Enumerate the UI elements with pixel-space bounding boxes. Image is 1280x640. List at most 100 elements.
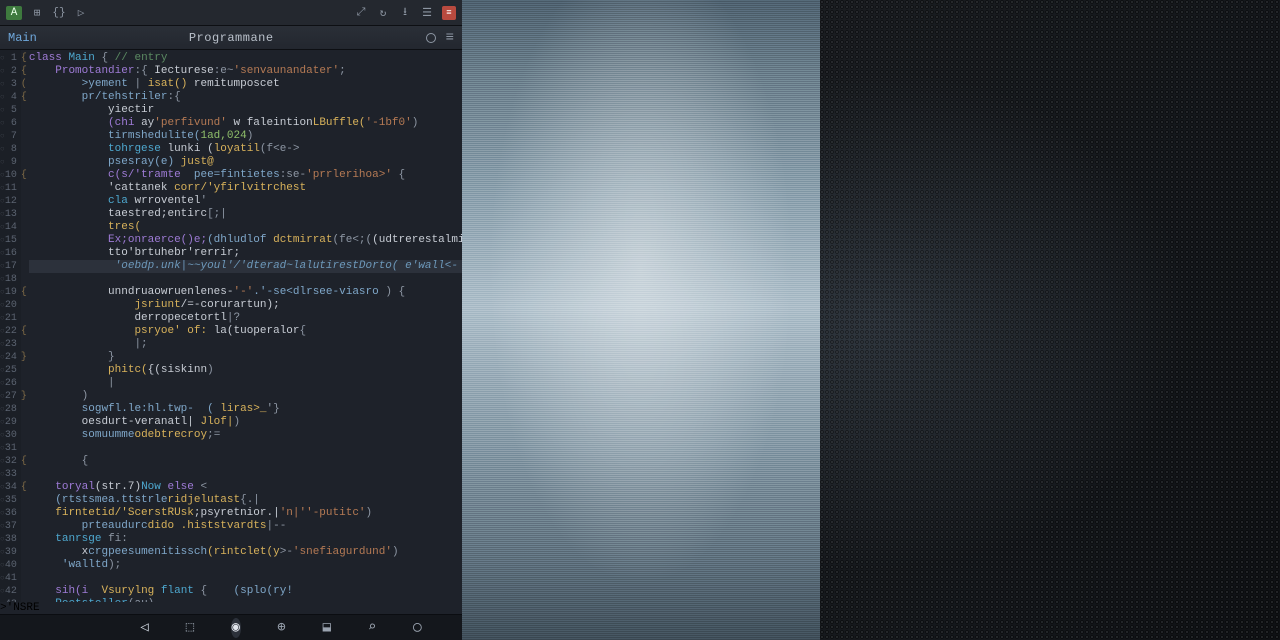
code-line[interactable]: { <box>29 455 462 468</box>
search-icon[interactable]: ⬚ <box>185 619 194 637</box>
code-line[interactable]: pr/tehstriler:{ <box>29 91 462 104</box>
code-line[interactable]: c(s/'tramte pee=fintietes:se-'prrlerihoa… <box>29 169 462 182</box>
circle-icon[interactable]: ◯ <box>413 619 422 637</box>
run-icon[interactable]: ▷ <box>74 6 88 20</box>
line-number: 10 <box>5 169 17 182</box>
record-toggle-icon[interactable] <box>426 33 436 43</box>
line-number: 1 <box>5 52 17 65</box>
code-line[interactable]: | <box>29 377 462 390</box>
code-line[interactable] <box>29 572 462 585</box>
code-line[interactable]: unndruaowruenlenes-'-'.'-se<dlrsee-viasr… <box>29 286 462 299</box>
braces-icon[interactable]: {} <box>52 6 66 20</box>
code-line[interactable]: ) <box>29 390 462 403</box>
code-line[interactable]: (rtstsmea.ttstrleridjelutast{.| <box>29 494 462 507</box>
code-line[interactable]: } <box>29 351 462 364</box>
code-line[interactable]: yiectir <box>29 104 462 117</box>
code-line[interactable]: |; <box>29 338 462 351</box>
hover-label: >'NSRE <box>0 602 462 614</box>
code-line[interactable]: jsriunt/=-corurartun); <box>29 299 462 312</box>
code-line[interactable]: (chi ay'perfivund' w faleintionLBuffle('… <box>29 117 462 130</box>
line-number: 7 <box>5 130 17 143</box>
line-number: 31 <box>5 442 17 455</box>
line-number: 8 <box>5 143 17 156</box>
code-line[interactable]: derropecetortl|? <box>29 312 462 325</box>
line-number: 40 <box>5 559 17 572</box>
code-line[interactable]: somuummeodebtrecroy;= <box>29 429 462 442</box>
download-icon[interactable]: ⭳ <box>398 6 412 20</box>
back-icon[interactable]: ◁ <box>140 619 149 637</box>
line-number: 11 <box>5 182 17 195</box>
line-number: 5 <box>5 104 17 117</box>
code-line[interactable]: prteaudurcdido .histstvardts|-- <box>29 520 462 533</box>
line-number: 38 <box>5 533 17 546</box>
code-line[interactable]: toryal(str.7)Now else < <box>29 481 462 494</box>
line-number: 16 <box>5 247 17 260</box>
line-number: 2 <box>5 65 17 78</box>
line-number: 36 <box>5 507 17 520</box>
line-number: 42 <box>5 585 17 598</box>
document-icon[interactable]: ≡ <box>442 6 456 20</box>
line-number: 12 <box>5 195 17 208</box>
code-line[interactable]: phitc({(siskinn) <box>29 364 462 377</box>
code-line[interactable]: 'cattanek corr/'yfirlvitrchest <box>29 182 462 195</box>
code-line[interactable]: firntetid/'ScerstRUsk;psyretnior.|'n|''-… <box>29 507 462 520</box>
code-line[interactable] <box>29 273 462 286</box>
code-line[interactable]: Pectstellor(au) <box>29 598 462 602</box>
line-number: 13 <box>5 208 17 221</box>
code-line[interactable]: taestred;entirc[;| <box>29 208 462 221</box>
code-line[interactable]: sih(i Vsurylng flant { (splo(ry! <box>29 585 462 598</box>
layout-icon[interactable]: ⊞ <box>30 6 44 20</box>
line-number: 30 <box>5 429 17 442</box>
line-number: 6 <box>5 117 17 130</box>
project-badge-icon[interactable]: A <box>6 6 22 20</box>
add-icon[interactable]: ⊕ <box>277 619 286 637</box>
code-text[interactable]: class Main { // entry Promotandier:{ Iec… <box>27 50 462 602</box>
save-icon[interactable]: ☰ <box>420 6 434 20</box>
code-line[interactable]: Promotandier:{ Iecturese:e~'senvaunandat… <box>29 65 462 78</box>
code-line[interactable]: 'walltd); <box>29 559 462 572</box>
code-line[interactable]: tres( <box>29 221 462 234</box>
code-line[interactable]: 'oebdp.unk|~~youl'/'dterad~lalutirestDor… <box>29 260 462 273</box>
line-number: 25 <box>5 364 17 377</box>
line-number: 19 <box>5 286 17 299</box>
code-line[interactable]: tirmshedulite(1ad,024) <box>29 130 462 143</box>
home-icon[interactable]: ◉ <box>231 618 241 638</box>
code-line[interactable]: xcrgpeesumenitissch(rintclet(y>-'snefiag… <box>29 546 462 559</box>
code-line[interactable]: Ex;onraerce()e;(dhludlof dctmirrat(fe<;(… <box>29 234 462 247</box>
code-line[interactable]: sogwfl.le:hl.twp- ( liras>_'} <box>29 403 462 416</box>
line-number: 34 <box>5 481 17 494</box>
code-area[interactable]: ○○○○○○○○○○○○○○○○○○○○○○○○○○○○○○○○○○○○○○○○… <box>0 50 462 602</box>
code-line[interactable]: oesdurt-veranatl| Jlof|) <box>29 416 462 429</box>
line-number: 3 <box>5 78 17 91</box>
line-number-gutter[interactable]: 1234567891011121314151617181920212223242… <box>5 50 21 602</box>
line-number: 43 <box>5 598 17 602</box>
apps-icon[interactable]: ⬓ <box>322 619 331 637</box>
editor-subheader: Main Programmane ≡ <box>0 26 462 50</box>
find-icon[interactable]: ⌕ <box>367 619 376 637</box>
code-line[interactable]: class Main { // entry <box>29 52 462 65</box>
line-number: 23 <box>5 338 17 351</box>
expand-icon[interactable]: ⤢ <box>354 6 368 20</box>
line-number: 21 <box>5 312 17 325</box>
code-line[interactable] <box>29 468 462 481</box>
reload-icon[interactable]: ↻ <box>376 6 390 20</box>
code-line[interactable]: psryoe' of: la(tuoperalor{ <box>29 325 462 338</box>
line-number: 17 <box>5 260 17 273</box>
code-line[interactable]: tohrgese lunki (loyatil(f<e-> <box>29 143 462 156</box>
code-line[interactable]: tto'brtuhebr'rerrir; <box>29 247 462 260</box>
carbon-mesh-panel <box>820 0 1280 640</box>
code-line[interactable]: psesray(e) just@ <box>29 156 462 169</box>
code-line[interactable]: cla wrroventel' <box>29 195 462 208</box>
editor-menu-icon[interactable]: ≡ <box>446 30 454 46</box>
file-tab-label[interactable]: Main <box>8 31 37 45</box>
line-number: 15 <box>5 234 17 247</box>
line-number: 14 <box>5 221 17 234</box>
code-line[interactable]: tanrsge fi: <box>29 533 462 546</box>
line-number: 4 <box>5 91 17 104</box>
code-line[interactable]: >yement | isat() remitumposcet <box>29 78 462 91</box>
code-line[interactable] <box>29 442 462 455</box>
line-number: 26 <box>5 377 17 390</box>
line-number: 41 <box>5 572 17 585</box>
brushed-metal-panel <box>462 0 820 640</box>
line-number: 27 <box>5 390 17 403</box>
